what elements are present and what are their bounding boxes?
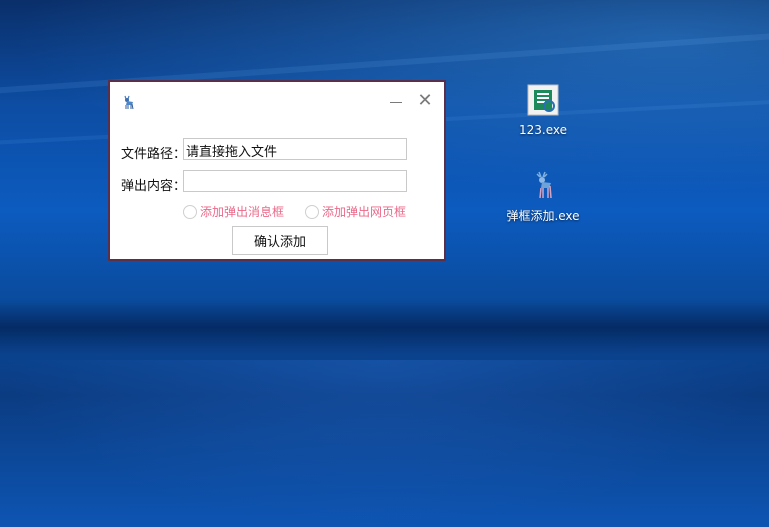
- radio-message-box-label: 添加弹出消息框: [200, 205, 285, 219]
- desktop-icon-label: 弹框添加.exe: [506, 209, 580, 223]
- close-button[interactable]: ✕: [414, 90, 436, 112]
- wallpaper-glow: [0, 360, 769, 527]
- radio-message-box[interactable]: 添加弹出消息框: [183, 203, 284, 220]
- minimize-button[interactable]: [386, 92, 406, 112]
- desktop-icon-popup-tool[interactable]: 弹框添加.exe: [502, 168, 584, 224]
- popup-content-field[interactable]: [183, 170, 407, 192]
- file-path-field[interactable]: 请直接拖入文件: [183, 138, 407, 160]
- deer-icon: [536, 171, 552, 199]
- app-deer-icon: [124, 95, 134, 110]
- confirm-add-button[interactable]: 确认添加: [232, 226, 328, 255]
- popup-add-dialog: ✕ 文件路径： 请直接拖入文件 弹出内容： 添加弹出消息框 添加弹出网页框 确认…: [108, 80, 446, 261]
- installer-icon: [527, 84, 559, 116]
- file-path-label: 文件路径：: [121, 147, 187, 162]
- radio-circle-icon: [305, 204, 319, 219]
- wallpaper-shadow: [0, 300, 769, 355]
- desktop-icon-label: 123.exe: [518, 123, 567, 137]
- popup-content-label: 弹出内容：: [121, 179, 187, 194]
- radio-web-box-label: 添加弹出网页框: [322, 205, 407, 219]
- radio-circle-icon: [183, 204, 197, 219]
- desktop-icon-123[interactable]: 123.exe: [516, 84, 570, 137]
- radio-web-box[interactable]: 添加弹出网页框: [305, 203, 406, 220]
